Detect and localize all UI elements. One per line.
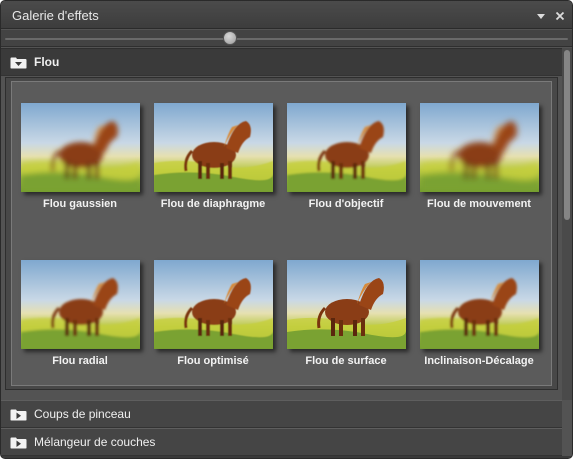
folder-collapsed-icon bbox=[10, 437, 27, 449]
panel-titlebar: Galerie d'effets bbox=[1, 1, 572, 29]
effect-thumbnail-item[interactable]: Flou d'objectif bbox=[281, 82, 411, 210]
folder-expanded-icon bbox=[10, 57, 27, 69]
effect-thumbnail-item[interactable]: Flou radial bbox=[15, 239, 145, 367]
effect-preview-image bbox=[287, 260, 406, 349]
effect-label: Flou d'objectif bbox=[308, 198, 384, 210]
section-label-melangeur-de-couches: Mélangeur de couches bbox=[34, 435, 156, 449]
thumbnail-size-slider bbox=[1, 30, 572, 47]
section-header-flou[interactable]: Flou bbox=[1, 48, 562, 76]
effect-label: Flou de diaphragme bbox=[160, 198, 266, 210]
vertical-scrollbar[interactable] bbox=[562, 48, 572, 400]
effect-thumbnail-item[interactable]: Flou de mouvement bbox=[414, 82, 544, 210]
close-icon[interactable] bbox=[554, 10, 566, 22]
effect-preview-image bbox=[420, 260, 539, 349]
effect-label: Flou radial bbox=[52, 355, 108, 367]
effect-thumbnail-item[interactable]: Flou optimisé bbox=[148, 239, 278, 367]
effect-label: Flou optimisé bbox=[177, 355, 249, 367]
slider-thumb[interactable] bbox=[223, 31, 238, 45]
scrollbar-thumb[interactable] bbox=[564, 50, 570, 220]
dropdown-arrow-icon[interactable] bbox=[535, 10, 547, 22]
effect-preview-image bbox=[420, 103, 539, 192]
effect-preview-image bbox=[154, 260, 273, 349]
effect-label: Inclinaison-Décalage bbox=[424, 355, 534, 367]
section-header-coups-de-pinceau[interactable]: Coups de pinceau bbox=[1, 400, 562, 428]
effect-thumbnail-item[interactable]: Flou de diaphragme bbox=[148, 82, 278, 210]
effect-thumbnail-item[interactable]: Flou gaussien bbox=[15, 82, 145, 210]
effects-grid: Flou gaussien Flou de diaphragme Flou d'ob… bbox=[11, 81, 552, 386]
effect-label: Flou gaussien bbox=[43, 198, 117, 210]
effect-label: Flou de surface bbox=[305, 355, 387, 367]
panel-title: Galerie d'effets bbox=[12, 8, 99, 23]
panel-bottom-edge bbox=[1, 456, 572, 458]
effect-thumbnail-item[interactable]: Inclinaison-Décalage bbox=[414, 239, 544, 367]
effects-grid-container: Flou gaussien Flou de diaphragme Flou d'ob… bbox=[5, 77, 558, 390]
effect-preview-image bbox=[154, 103, 273, 192]
slider-track[interactable] bbox=[5, 38, 568, 40]
section-header-melangeur-de-couches[interactable]: Mélangeur de couches bbox=[1, 428, 562, 456]
section-label-flou: Flou bbox=[34, 55, 60, 69]
folder-collapsed-icon bbox=[10, 409, 27, 421]
section-label-coups-de-pinceau: Coups de pinceau bbox=[34, 407, 131, 421]
effect-label: Flou de mouvement bbox=[427, 198, 531, 210]
effects-gallery-panel: Galerie d'effets Flou Flou gaussien Flou … bbox=[0, 0, 573, 459]
effect-preview-image bbox=[21, 260, 140, 349]
effect-preview-image bbox=[287, 103, 406, 192]
effect-thumbnail-item[interactable]: Flou de surface bbox=[281, 239, 411, 367]
effect-preview-image bbox=[21, 103, 140, 192]
